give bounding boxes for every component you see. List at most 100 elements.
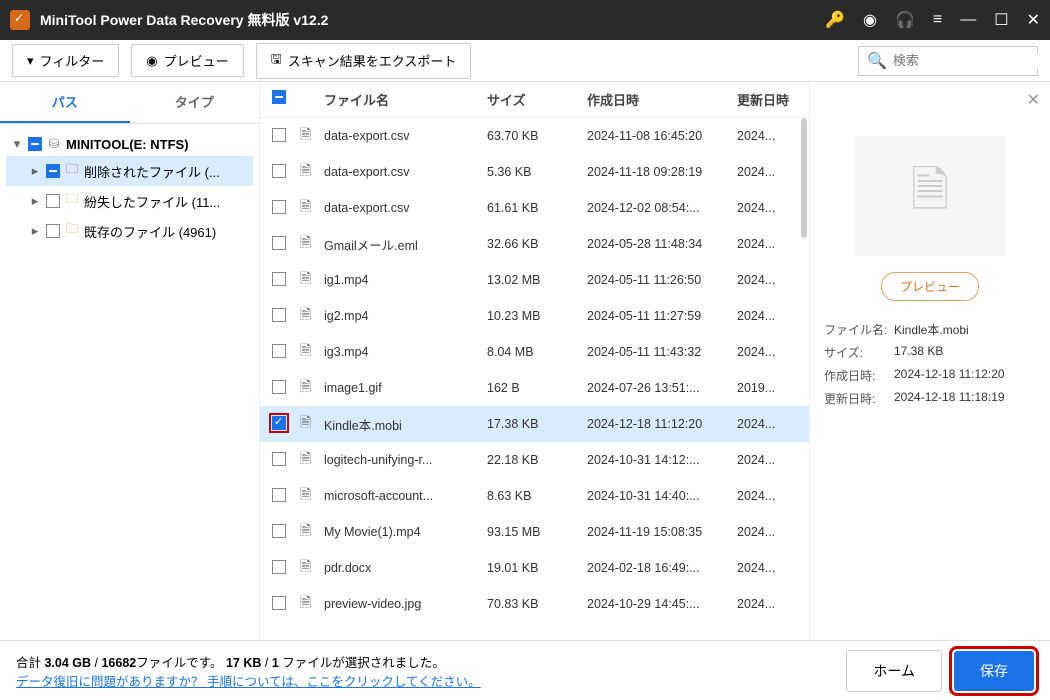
row-checkbox[interactable] bbox=[272, 560, 286, 574]
headset-icon[interactable]: 🎧 bbox=[895, 10, 915, 30]
caret-down-icon[interactable]: ▾ bbox=[10, 136, 24, 152]
row-checkbox[interactable] bbox=[272, 164, 286, 178]
tab-path[interactable]: パス bbox=[0, 82, 130, 123]
file-name: logitech-unifying-r... bbox=[324, 453, 487, 467]
checkbox[interactable] bbox=[28, 137, 42, 151]
tab-type[interactable]: タイプ bbox=[130, 82, 260, 123]
row-checkbox[interactable] bbox=[272, 488, 286, 502]
caret-right-icon[interactable]: ▸ bbox=[28, 163, 42, 179]
checkbox[interactable] bbox=[46, 164, 60, 178]
detail-preview-button[interactable]: プレビュー bbox=[881, 272, 979, 301]
drive-icon: ⛁ bbox=[46, 136, 62, 152]
row-checkbox[interactable] bbox=[272, 272, 286, 286]
table-row[interactable]: 🗎data-export.csv63.70 KB2024-11-08 16:45… bbox=[260, 118, 809, 154]
table-row[interactable]: 🗎microsoft-account...8.63 KB2024-10-31 1… bbox=[260, 478, 809, 514]
file-modified: 2024... bbox=[737, 309, 797, 323]
col-created[interactable]: 作成日時 bbox=[587, 90, 737, 109]
tree-item[interactable]: ▸🗀既存のファイル (4961) bbox=[6, 216, 253, 246]
file-icon: 🗎 bbox=[300, 556, 324, 580]
caret-right-icon[interactable]: ▸ bbox=[28, 223, 42, 239]
file-size: 5.36 KB bbox=[487, 165, 587, 179]
tree-item[interactable]: ▸🗀削除されたファイル (... bbox=[6, 156, 253, 186]
scrollbar[interactable] bbox=[801, 118, 807, 238]
file-size: 61.61 KB bbox=[487, 201, 587, 215]
col-name[interactable]: ファイル名 bbox=[324, 90, 487, 109]
maximize-icon[interactable]: ☐ bbox=[994, 10, 1008, 30]
col-modified[interactable]: 更新日時 bbox=[737, 90, 797, 109]
minimize-icon[interactable]: — bbox=[960, 11, 976, 29]
file-icon: 🗎 bbox=[300, 376, 324, 400]
file-modified: 2024... bbox=[737, 345, 797, 359]
tree-root[interactable]: ▾ ⛁ MINITOOL(E: NTFS) bbox=[6, 132, 253, 156]
home-button[interactable]: ホーム bbox=[846, 650, 942, 692]
file-created: 2024-11-08 16:45:20 bbox=[587, 129, 737, 143]
table-row[interactable]: 🗎ig1.mp413.02 MB2024-05-11 11:26:502024.… bbox=[260, 262, 809, 298]
col-size[interactable]: サイズ bbox=[487, 90, 587, 109]
file-created: 2024-10-31 14:40:... bbox=[587, 489, 737, 503]
tree-item-label: 紛失したファイル (11... bbox=[84, 192, 220, 211]
search-box[interactable]: 🔍 bbox=[858, 46, 1038, 76]
table-row[interactable]: 🗎Gmailメール.eml32.66 KB2024-05-28 11:48:34… bbox=[260, 226, 809, 262]
app-title: MiniTool Power Data Recovery 無料版 v12.2 bbox=[40, 10, 825, 30]
row-checkbox[interactable] bbox=[272, 416, 286, 430]
row-checkbox[interactable] bbox=[272, 308, 286, 322]
filter-icon: ▾ bbox=[27, 53, 34, 69]
close-icon[interactable]: ✕ bbox=[1027, 10, 1040, 30]
table-row[interactable]: 🗎ig3.mp48.04 MB2024-05-11 11:43:322024..… bbox=[260, 334, 809, 370]
save-button[interactable]: 保存 bbox=[954, 651, 1034, 691]
file-modified: 2024... bbox=[737, 201, 797, 215]
table-row[interactable]: 🗎image1.gif162 B2024-07-26 13:51:...2019… bbox=[260, 370, 809, 406]
footer: 合計 3.04 GB / 16682ファイルです。 17 KB / 1 ファイル… bbox=[0, 640, 1050, 700]
help-link[interactable]: データ復旧に問題がありますか？ 手順については、ここをクリックしてください。 bbox=[16, 671, 846, 690]
file-name: image1.gif bbox=[324, 381, 487, 395]
globe-icon[interactable]: ◉ bbox=[863, 10, 877, 30]
row-checkbox[interactable] bbox=[272, 596, 286, 610]
table-row[interactable]: 🗎data-export.csv5.36 KB2024-11-18 09:28:… bbox=[260, 154, 809, 190]
row-checkbox[interactable] bbox=[272, 344, 286, 358]
file-modified: 2024... bbox=[737, 525, 797, 539]
table-row[interactable]: 🗎ig2.mp410.23 MB2024-05-11 11:27:592024.… bbox=[260, 298, 809, 334]
detail-pane: ✕ 🗎 プレビュー ファイル名:Kindle本.mobi サイズ:17.38 K… bbox=[810, 82, 1050, 640]
search-input[interactable] bbox=[893, 53, 1050, 68]
row-checkbox[interactable] bbox=[272, 524, 286, 538]
tree-item-label: 既存のファイル (4961) bbox=[84, 222, 216, 241]
checkbox[interactable] bbox=[46, 194, 60, 208]
row-checkbox[interactable] bbox=[272, 200, 286, 214]
file-size: 10.23 MB bbox=[487, 309, 587, 323]
key-icon[interactable]: 🔑 bbox=[825, 10, 845, 30]
file-name: data-export.csv bbox=[324, 201, 487, 215]
table-row[interactable]: 🗎My Movie(1).mp493.15 MB2024-11-19 15:08… bbox=[260, 514, 809, 550]
file-modified: 2024... bbox=[737, 273, 797, 287]
table-row[interactable]: 🗎data-export.csv61.61 KB2024-12-02 08:54… bbox=[260, 190, 809, 226]
caret-right-icon[interactable]: ▸ bbox=[28, 193, 42, 209]
file-name: data-export.csv bbox=[324, 129, 487, 143]
tree-item[interactable]: ▸🗀紛失したファイル (11... bbox=[6, 186, 253, 216]
list-body[interactable]: 🗎data-export.csv63.70 KB2024-11-08 16:45… bbox=[260, 118, 809, 640]
sidebar: パス タイプ ▾ ⛁ MINITOOL(E: NTFS) ▸🗀削除されたファイル… bbox=[0, 82, 260, 640]
file-size: 19.01 KB bbox=[487, 561, 587, 575]
file-created: 2024-07-26 13:51:... bbox=[587, 381, 737, 395]
file-created: 2024-05-11 11:43:32 bbox=[587, 345, 737, 359]
table-row[interactable]: 🗎logitech-unifying-r...22.18 KB2024-10-3… bbox=[260, 442, 809, 478]
checkbox[interactable] bbox=[46, 224, 60, 238]
file-size: 93.15 MB bbox=[487, 525, 587, 539]
file-size: 17.38 KB bbox=[487, 417, 587, 431]
header-checkbox[interactable] bbox=[272, 90, 286, 104]
row-checkbox[interactable] bbox=[272, 236, 286, 250]
table-row[interactable]: 🗎Kindle本.mobi17.38 KB2024-12-18 11:12:20… bbox=[260, 406, 809, 442]
row-checkbox[interactable] bbox=[272, 128, 286, 142]
footer-summary: 合計 3.04 GB / 16682ファイルです。 17 KB / 1 ファイル… bbox=[16, 652, 846, 671]
file-modified: 2024... bbox=[737, 417, 797, 431]
detail-close-icon[interactable]: ✕ bbox=[1027, 90, 1040, 110]
file-size: 13.02 MB bbox=[487, 273, 587, 287]
row-checkbox[interactable] bbox=[272, 380, 286, 394]
row-checkbox[interactable] bbox=[272, 452, 286, 466]
menu-icon[interactable]: ≡ bbox=[933, 11, 942, 29]
table-row[interactable]: 🗎preview-video.jpg70.83 KB2024-10-29 14:… bbox=[260, 586, 809, 622]
table-row[interactable]: 🗎pdr.docx19.01 KB2024-02-18 16:49:...202… bbox=[260, 550, 809, 586]
file-size: 162 B bbox=[487, 381, 587, 395]
export-button[interactable]: 🖫スキャン結果をエクスポート bbox=[256, 43, 472, 79]
file-modified: 2024... bbox=[737, 561, 797, 575]
preview-button[interactable]: ◉プレビュー bbox=[131, 44, 243, 77]
filter-button[interactable]: ▾フィルター bbox=[12, 44, 119, 77]
